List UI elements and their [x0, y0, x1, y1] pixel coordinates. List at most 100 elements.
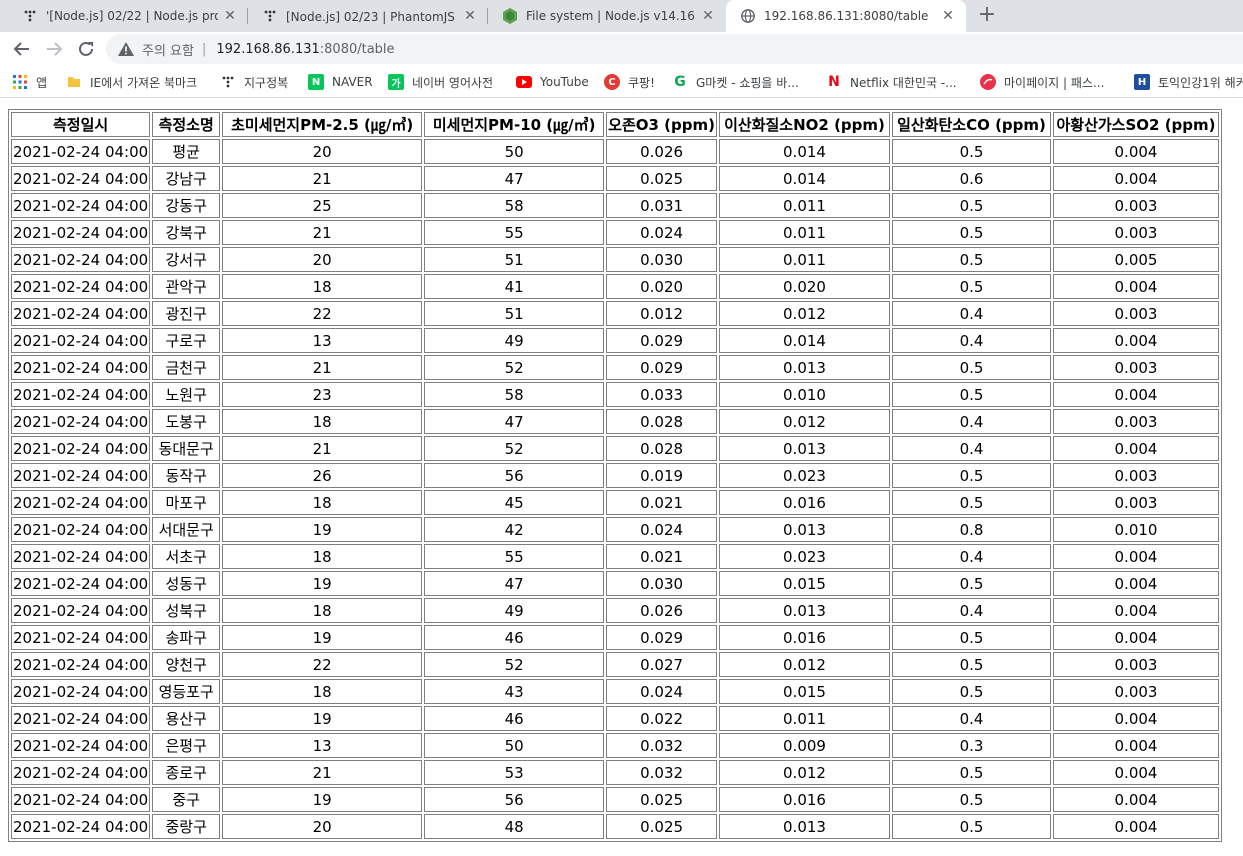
cell-datetime: 2021-02-24 04:00: [11, 517, 151, 542]
tab-file-system[interactable]: File system | Node.js v14.16.0 D ✕: [488, 0, 726, 32]
bookmark-label: G마켓 - 쇼핑을 바...: [696, 75, 799, 90]
bookmark-hackers[interactable]: H 토익인강1위 해커: [1134, 66, 1243, 98]
cell-station: 양천구: [152, 652, 221, 677]
cell-co: 0.5: [892, 463, 1051, 488]
nodejs-hex-icon: [502, 8, 518, 24]
new-tab-plus-icon[interactable]: +: [975, 2, 999, 30]
dots-icon: [22, 8, 38, 24]
cell-datetime: 2021-02-24 04:00: [11, 571, 151, 596]
cell-no2: 0.012: [719, 301, 890, 326]
cell-co: 0.5: [892, 355, 1051, 380]
reload-icon[interactable]: [74, 37, 98, 61]
cell-datetime: 2021-02-24 04:00: [11, 193, 151, 218]
bookmark-jigu[interactable]: 지구정복: [220, 66, 288, 98]
cell-pm10: 55: [424, 544, 605, 569]
cell-so2: 0.003: [1053, 679, 1219, 704]
bookmark-netflix[interactable]: N Netflix 대한민국 -...: [826, 66, 956, 98]
cell-pm25: 18: [222, 274, 423, 299]
cell-so2: 0.003: [1053, 490, 1219, 515]
cell-pm10: 56: [424, 463, 605, 488]
cell-so2: 0.004: [1053, 598, 1219, 623]
bookmark-naver[interactable]: N NAVER: [308, 66, 373, 98]
table-row: 2021-02-24 04:00 영등포구 18 43 0.024 0.015 0.5 0.0…: [11, 679, 1219, 704]
cell-no2: 0.014: [719, 166, 890, 191]
header-pm25: 초미세먼지PM-2.5 (㎍/㎥): [222, 112, 423, 137]
cell-so2: 0.003: [1053, 652, 1219, 677]
cell-pm25: 21: [222, 760, 423, 785]
cell-datetime: 2021-02-24 04:00: [11, 733, 151, 758]
header-so2: 아황산가스SO2 (ppm): [1053, 112, 1219, 137]
table-row: 2021-02-24 04:00 도봉구 18 47 0.028 0.012 0.4 0.00…: [11, 409, 1219, 434]
close-icon[interactable]: ✕: [222, 8, 238, 24]
cell-no2: 0.014: [719, 328, 890, 353]
cell-o3: 0.031: [606, 193, 717, 218]
back-arrow-icon[interactable]: [10, 37, 34, 61]
tab-strip: '[Node.js] 02/22 | Node.js promi ✕ [Node…: [0, 0, 1243, 32]
cell-so2: 0.004: [1053, 787, 1219, 812]
warning-triangle-icon[interactable]: [118, 41, 134, 57]
cell-o3: 0.022: [606, 706, 717, 731]
cell-station: 관악구: [152, 274, 221, 299]
cell-pm10: 47: [424, 166, 605, 191]
cell-so2: 0.004: [1053, 733, 1219, 758]
cell-o3: 0.028: [606, 436, 717, 461]
cell-pm10: 49: [424, 328, 605, 353]
cell-datetime: 2021-02-24 04:00: [11, 463, 151, 488]
cell-datetime: 2021-02-24 04:00: [11, 787, 151, 812]
cell-pm25: 18: [222, 598, 423, 623]
table-row: 2021-02-24 04:00 중구 19 56 0.025 0.016 0.5 0.004: [11, 787, 1219, 812]
cell-so2: 0.004: [1053, 625, 1219, 650]
cell-pm10: 53: [424, 760, 605, 785]
cell-pm25: 13: [222, 328, 423, 353]
tab-node-promise[interactable]: '[Node.js] 02/22 | Node.js promi ✕: [8, 0, 248, 32]
forward-arrow-icon[interactable]: [42, 37, 66, 61]
cell-no2: 0.011: [719, 220, 890, 245]
cell-station: 성동구: [152, 571, 221, 596]
bookmark-apps[interactable]: 앱: [12, 66, 47, 98]
cell-so2: 0.003: [1053, 220, 1219, 245]
cell-datetime: 2021-02-24 04:00: [11, 706, 151, 731]
bookmark-youtube[interactable]: YouTube: [516, 66, 589, 98]
cell-no2: 0.015: [719, 571, 890, 596]
table-row: 2021-02-24 04:00 광진구 22 51 0.012 0.012 0.4 0.00…: [11, 301, 1219, 326]
tab-table-active[interactable]: 192.168.86.131:8080/table ✕: [726, 0, 966, 32]
close-icon[interactable]: ✕: [462, 8, 478, 24]
cell-datetime: 2021-02-24 04:00: [11, 490, 151, 515]
cell-no2: 0.009: [719, 733, 890, 758]
cell-datetime: 2021-02-24 04:00: [11, 166, 151, 191]
bookmark-ie-folder[interactable]: IE에서 가져온 북마크: [66, 66, 197, 98]
browser-toolbar: 주의 요함 | 192.168.86.131:8080/table: [0, 32, 1243, 66]
cell-pm10: 46: [424, 625, 605, 650]
cell-station: 성북구: [152, 598, 221, 623]
cell-so2: 0.004: [1053, 139, 1219, 164]
cell-so2: 0.004: [1053, 436, 1219, 461]
url-host: 192.168.86.131: [216, 41, 320, 57]
cell-datetime: 2021-02-24 04:00: [11, 409, 151, 434]
table-row: 2021-02-24 04:00 서초구 18 55 0.021 0.023 0.4 0.00…: [11, 544, 1219, 569]
tab-title: '[Node.js] 02/22 | Node.js promi: [46, 9, 218, 23]
cell-co: 0.5: [892, 274, 1051, 299]
header-no2: 이산화질소NO2 (ppm): [719, 112, 890, 137]
security-label[interactable]: 주의 요함: [142, 40, 194, 59]
table-row: 2021-02-24 04:00 서대문구 19 42 0.024 0.013 0.8 0.0…: [11, 517, 1219, 542]
youtube-icon: [516, 74, 532, 90]
close-icon[interactable]: ✕: [940, 8, 956, 24]
cell-no2: 0.012: [719, 760, 890, 785]
header-co: 일산화탄소CO (ppm): [892, 112, 1051, 137]
cell-no2: 0.010: [719, 382, 890, 407]
bookmark-pass[interactable]: 마이페이지 | 패스...: [980, 66, 1104, 98]
bookmark-coupang[interactable]: C 쿠팡!: [604, 66, 655, 98]
cell-station: 중랑구: [152, 814, 221, 839]
close-icon[interactable]: ✕: [700, 8, 716, 24]
naver-icon: N: [308, 74, 324, 90]
hackers-icon: H: [1134, 74, 1150, 90]
cell-no2: 0.013: [719, 355, 890, 380]
cell-co: 0.5: [892, 814, 1051, 839]
cell-station: 마포구: [152, 490, 221, 515]
cell-co: 0.3: [892, 733, 1051, 758]
cell-no2: 0.016: [719, 625, 890, 650]
bookmark-gmarket[interactable]: G G마켓 - 쇼핑을 바...: [672, 66, 799, 98]
bookmark-naver-dict[interactable]: 가 네이버 영어사전: [388, 66, 493, 98]
address-bar[interactable]: 주의 요함 | 192.168.86.131:8080/table: [106, 34, 1243, 64]
tab-phantomjs[interactable]: [Node.js] 02/23 | PhantomJS 사 ✕: [248, 0, 488, 32]
